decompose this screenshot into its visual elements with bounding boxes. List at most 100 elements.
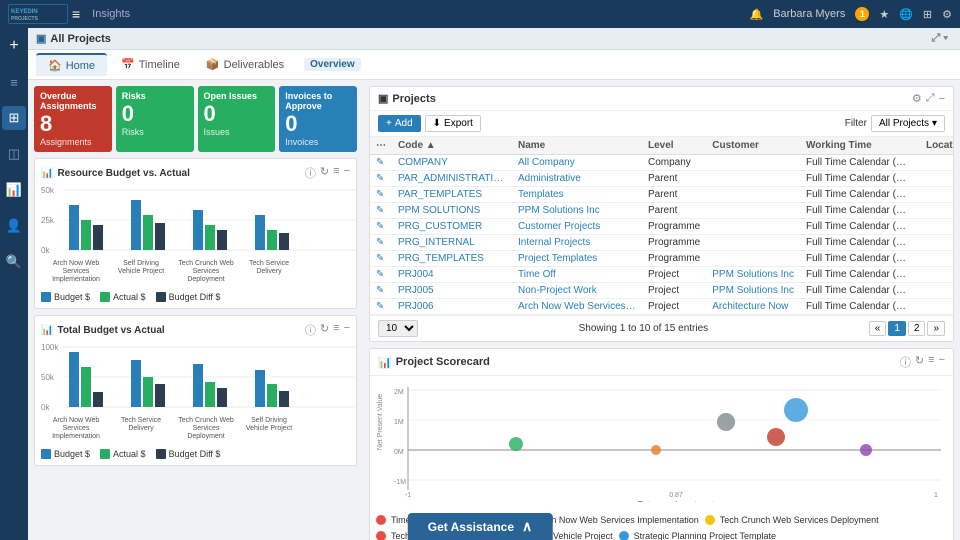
- table-row: ✎ PRG_INTERNAL Internal Projects Program…: [370, 235, 953, 251]
- legend-strategic-label: Strategic Planning Project Template: [634, 531, 776, 540]
- topbar-menu-icon[interactable]: ≡: [72, 6, 80, 22]
- topbar-grid-icon[interactable]: ⊞: [923, 8, 932, 21]
- legend-tech-crunch: Tech Crunch Web Services Deployment: [705, 515, 879, 525]
- row-expand[interactable]: ✎: [370, 267, 392, 283]
- scorecard-title: 📊 Project Scorecard: [378, 356, 490, 369]
- kpi-issues: Open Issues 0 Issues: [198, 86, 276, 152]
- sidebar-item-charts[interactable]: 📊: [2, 178, 26, 202]
- row-name: Internal Projects: [512, 235, 642, 251]
- add-project-button[interactable]: + Add: [378, 115, 421, 132]
- chart1-info-icon[interactable]: ⓘ: [305, 165, 316, 181]
- row-expand[interactable]: ✎: [370, 171, 392, 187]
- row-working-time: Full Time Calendar (My Region): [800, 171, 920, 187]
- projects-close-icon[interactable]: −: [939, 93, 945, 105]
- page-size-select[interactable]: 10 25 50: [378, 320, 418, 337]
- sidebar-item-user[interactable]: 👤: [2, 214, 26, 238]
- projects-settings-icon[interactable]: ⚙: [912, 92, 922, 105]
- row-name: Project Templates: [512, 251, 642, 267]
- row-expand[interactable]: ✎: [370, 299, 392, 315]
- sidebar-item-search[interactable]: 🔍: [2, 250, 26, 274]
- kpi-invoices-value: 0: [285, 113, 351, 135]
- col-name[interactable]: Name: [512, 137, 642, 155]
- row-code: PAR_ADMINISTRATIVE: [392, 171, 512, 187]
- col-working-time[interactable]: Working Time: [800, 137, 920, 155]
- row-location: [920, 203, 953, 219]
- scorecard-panel: 📊 Project Scorecard ⓘ ↻ ≡ − Net Present …: [369, 348, 954, 540]
- subheader-expand-icon[interactable]: ⤢ ▾: [932, 32, 948, 45]
- all-projects-filter[interactable]: All Projects ▾: [871, 115, 945, 132]
- tab-deliverables-label: Deliverables: [224, 59, 285, 71]
- page-size-selector: 10 25 50: [378, 320, 418, 337]
- kpi-invoices-title: Invoices to Approve: [285, 91, 351, 111]
- row-customer: [706, 251, 800, 267]
- topbar-bell-icon[interactable]: 🔔: [749, 8, 763, 21]
- topbar-username: Barbara Myers: [773, 8, 845, 20]
- row-expand[interactable]: ✎: [370, 283, 392, 299]
- scorecard-close-icon[interactable]: −: [939, 354, 945, 370]
- topbar-settings-icon[interactable]: ⚙: [942, 8, 952, 21]
- chart2-info-icon[interactable]: ⓘ: [305, 322, 316, 338]
- row-name: All Company: [512, 155, 642, 171]
- col-location[interactable]: Location: [920, 137, 953, 155]
- tab-timeline[interactable]: 📅 Timeline: [109, 54, 192, 75]
- projects-expand-icon[interactable]: ⤢: [926, 92, 935, 105]
- chart1-refresh-icon[interactable]: ↻: [320, 165, 329, 181]
- sidebar-item-add[interactable]: +: [2, 34, 26, 58]
- row-level: Project: [642, 267, 706, 283]
- topbar-notif-badge: 1: [855, 7, 869, 21]
- chart2-legend-diff: Budget Diff $: [156, 449, 221, 459]
- svg-text:Vehicle Project: Vehicle Project: [118, 268, 164, 275]
- chart1-expand-icon[interactable]: ≡: [333, 165, 339, 181]
- legend-budget-color: [41, 292, 51, 302]
- tab-home[interactable]: 🏠 Home: [36, 53, 107, 76]
- col-customer[interactable]: Customer: [706, 137, 800, 155]
- chart-resource-budget: 📊 Resource Budget vs. Actual ⓘ ↻ ≡ − 50k: [34, 158, 357, 309]
- sidebar-item-menu[interactable]: ≡: [2, 70, 26, 94]
- col-level[interactable]: Level: [642, 137, 706, 155]
- row-expand[interactable]: ✎: [370, 219, 392, 235]
- chart2-expand-icon[interactable]: ≡: [333, 322, 339, 338]
- topbar-globe-icon[interactable]: 🌐: [899, 8, 913, 21]
- tab-deliverables[interactable]: 📦 Deliverables: [194, 54, 296, 75]
- row-code: PRJ006: [392, 299, 512, 315]
- topbar-star-icon[interactable]: ★: [879, 8, 889, 21]
- export-button[interactable]: ⬇ Export: [425, 115, 481, 132]
- chart2-header: 📊 Total Budget vs Actual ⓘ ↻ ≡ −: [41, 322, 350, 338]
- row-expand[interactable]: ✎: [370, 187, 392, 203]
- svg-text:Tech Crunch Web: Tech Crunch Web: [178, 260, 234, 267]
- row-level: Parent: [642, 187, 706, 203]
- left-panel: Overdue Assignments 8 Assignments Risks …: [28, 80, 363, 540]
- tab-home-label: Home: [66, 60, 95, 72]
- svg-text:50k: 50k: [41, 373, 55, 382]
- legend-arch-now-label: Arch Now Web Services Implementation: [538, 515, 699, 525]
- col-code[interactable]: Code ▲: [392, 137, 512, 155]
- prev-page-btn[interactable]: «: [869, 321, 887, 336]
- row-location: [920, 267, 953, 283]
- chart1-close-icon[interactable]: −: [344, 165, 350, 181]
- row-expand[interactable]: ✎: [370, 235, 392, 251]
- chart2-close-icon[interactable]: −: [344, 322, 350, 338]
- export-icon: ⬇: [433, 118, 441, 129]
- projects-table-container: ⋯ Code ▲ Name Level Customer Working Tim…: [370, 137, 953, 315]
- row-expand[interactable]: ✎: [370, 203, 392, 219]
- sidebar-item-grid[interactable]: ⊞: [2, 106, 26, 130]
- next-page-btn[interactable]: »: [927, 321, 945, 336]
- get-assistance-bar[interactable]: Get Assistance ∧: [408, 513, 553, 540]
- row-expand[interactable]: ✎: [370, 251, 392, 267]
- chart2-refresh-icon[interactable]: ↻: [320, 322, 329, 338]
- scorecard-info-icon[interactable]: ⓘ: [900, 354, 911, 370]
- chart2-legend-actual: Actual $: [100, 449, 146, 459]
- svg-text:Arch Now Web: Arch Now Web: [53, 417, 100, 424]
- page-1-btn[interactable]: 1: [888, 321, 906, 336]
- scorecard-refresh-icon[interactable]: ↻: [915, 354, 924, 370]
- scorecard-expand-icon[interactable]: ≡: [928, 354, 934, 370]
- row-expand[interactable]: ✎: [370, 155, 392, 171]
- logo: KEYEDIN PROJECTS: [8, 4, 68, 24]
- page-2-btn[interactable]: 2: [908, 321, 926, 336]
- row-customer: [706, 219, 800, 235]
- scorecard-body: Net Present Value 2M 1M 0M -1M: [370, 376, 953, 511]
- row-code: PPM SOLUTIONS: [392, 203, 512, 219]
- svg-text:Services: Services: [193, 268, 220, 275]
- filter-group: Filter All Projects ▾: [845, 115, 945, 132]
- sidebar-item-tasks[interactable]: ◫: [2, 142, 26, 166]
